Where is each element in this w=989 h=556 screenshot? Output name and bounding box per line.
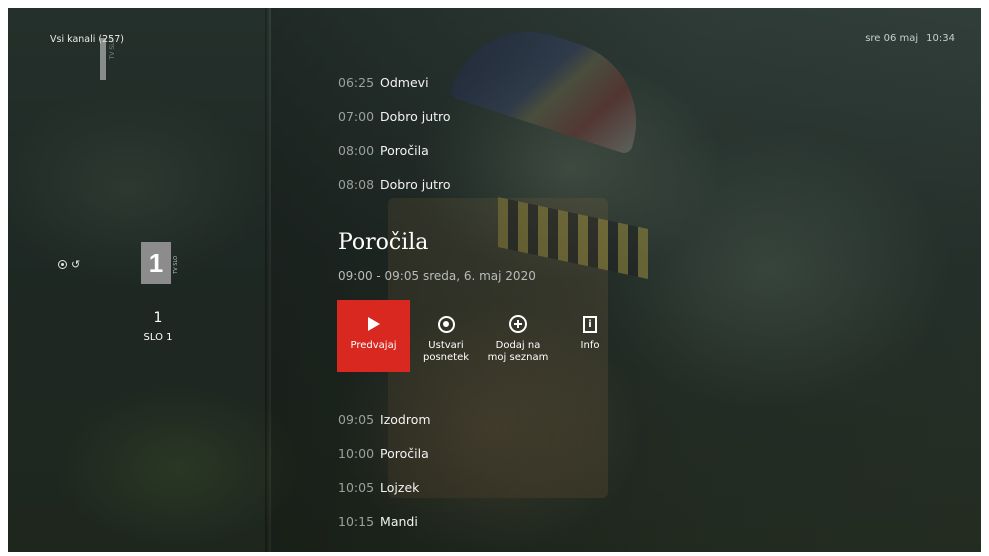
schedule-item[interactable]: 10:05 Lojzek <box>338 470 431 504</box>
channel-name: SLO 1 <box>143 332 173 343</box>
schedule-item-time: 06:25 <box>338 74 375 90</box>
record-icon <box>58 260 67 269</box>
current-date: sre 06 maj <box>865 33 919 44</box>
featured-program-title: Poročila <box>338 230 429 255</box>
record-icon <box>437 315 455 333</box>
add-to-list-button-label: Dodaj na moj seznam <box>487 340 549 363</box>
clock: sre 06 maj 10:34 <box>865 33 955 44</box>
program-actions: Predvajaj Ustvari posnetek Dodaj na moj … <box>337 300 626 372</box>
tv-screen: Vsi kanali (257) TV SLO sre 06 maj 10:34… <box>8 8 981 552</box>
schedule-item-time: 07:00 <box>338 108 375 124</box>
current-time: 10:34 <box>926 33 955 44</box>
schedule-after: 09:05 Izodrom 10:00 Poročila 10:05 Lojze… <box>338 402 431 538</box>
schedule-item[interactable]: 10:15 Mandi <box>338 504 431 538</box>
channel-feature-icons: ↺ <box>58 258 80 271</box>
schedule-item-title: Izodrom <box>380 411 431 427</box>
schedule-item-title: Poročila <box>380 445 429 461</box>
schedule-item-time: 10:05 <box>338 479 375 495</box>
channel-logo[interactable]: 1 <box>141 242 171 284</box>
info-icon: i <box>583 315 597 333</box>
channel-number: 1 <box>153 310 163 326</box>
schedule-item-time: 08:08 <box>338 176 375 192</box>
info-button-label: Info <box>580 340 600 351</box>
record-button[interactable]: Ustvari posnetek <box>410 300 482 372</box>
schedule-item-title: Odmevi <box>380 74 429 90</box>
previous-channel-logo-tag: TV SLO <box>109 38 116 60</box>
schedule-item[interactable]: 08:00 Poročila <box>338 133 451 167</box>
schedule-before: 06:25 Odmevi 07:00 Dobro jutro 08:00 Por… <box>338 65 451 201</box>
schedule-item-title: Dobro jutro <box>380 176 451 192</box>
channel-logo-tag: TV SLO <box>173 256 179 274</box>
schedule-item[interactable]: 06:25 Odmevi <box>338 65 451 99</box>
play-icon <box>367 317 380 331</box>
add-to-list-button[interactable]: Dodaj na moj seznam <box>482 300 554 372</box>
schedule-item[interactable]: 07:00 Dobro jutro <box>338 99 451 133</box>
replay-icon: ↺ <box>71 258 81 271</box>
schedule-item-title: Mandi <box>380 513 418 529</box>
featured-program-time: 09:00 - 09:05 sreda, 6. maj 2020 <box>338 269 536 283</box>
schedule-item-title: Poročila <box>380 142 429 158</box>
schedule-item[interactable]: 09:05 Izodrom <box>338 402 431 436</box>
play-button[interactable]: Predvajaj <box>337 300 410 372</box>
schedule-item-time: 10:00 <box>338 445 375 461</box>
channel-panel <box>8 8 265 552</box>
schedule-item-title: Dobro jutro <box>380 108 451 124</box>
record-button-label: Ustvari posnetek <box>422 340 470 363</box>
info-button[interactable]: i Info <box>554 300 626 372</box>
schedule-item[interactable]: 08:08 Dobro jutro <box>338 167 451 201</box>
schedule-item-time: 08:00 <box>338 142 375 158</box>
schedule-item[interactable]: 10:00 Poročila <box>338 436 431 470</box>
schedule-item-title: Lojzek <box>380 479 420 495</box>
play-button-label: Predvajaj <box>350 340 397 351</box>
schedule-item-time: 09:05 <box>338 411 375 427</box>
schedule-item-time: 10:15 <box>338 513 375 529</box>
add-circle-icon <box>509 315 527 333</box>
previous-channel-logo <box>100 38 106 80</box>
